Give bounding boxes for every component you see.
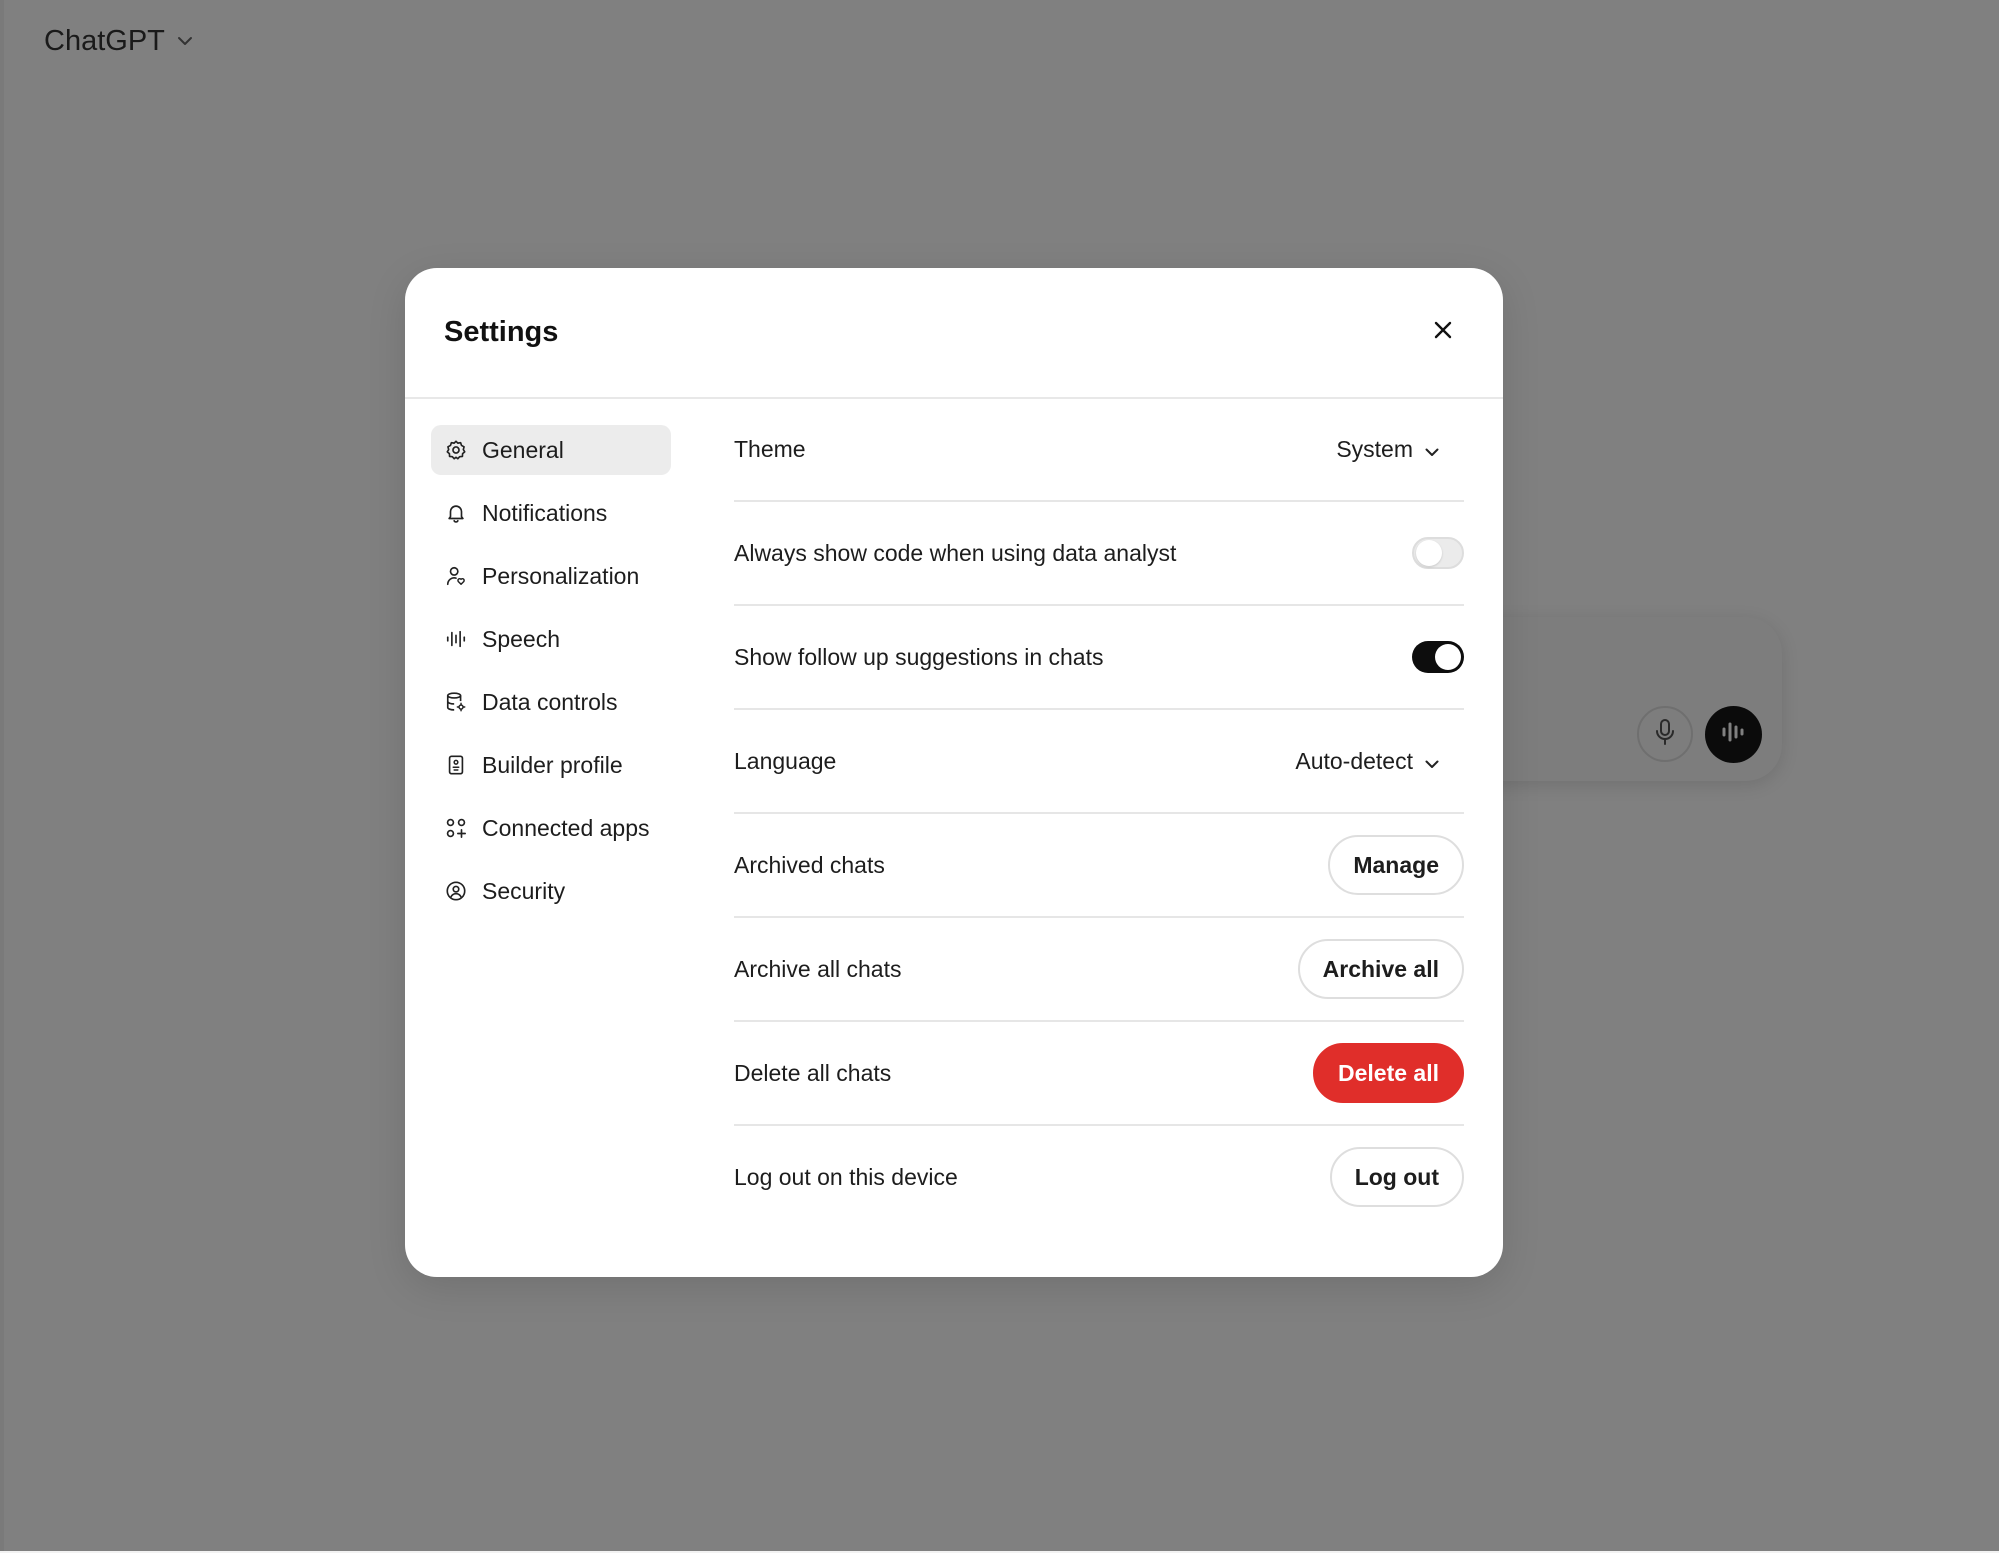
waveform-icon xyxy=(444,627,468,651)
chevron-down-icon xyxy=(177,36,193,46)
settings-content: Theme System Always show code when using… xyxy=(734,398,1464,1228)
sidebar-item-label: General xyxy=(482,436,564,463)
toggle-knob xyxy=(1435,644,1461,670)
bell-icon xyxy=(444,501,468,525)
follow-up-label: Show follow up suggestions in chats xyxy=(734,643,1104,670)
delete-all-button[interactable]: Delete all xyxy=(1313,1043,1464,1103)
sidebar-item-builder-profile[interactable]: Builder profile xyxy=(431,740,671,790)
theme-label: Theme xyxy=(734,435,806,462)
chevron-down-icon xyxy=(1425,436,1439,463)
setting-row-follow-up: Show follow up suggestions in chats xyxy=(734,606,1464,710)
logout-label: Log out on this device xyxy=(734,1163,958,1190)
close-button[interactable] xyxy=(1423,312,1463,352)
sidebar-item-label: Notifications xyxy=(482,499,608,526)
setting-row-language: Language Auto-detect xyxy=(734,710,1464,814)
sidebar-item-speech[interactable]: Speech xyxy=(431,614,671,664)
microphone-icon xyxy=(1654,718,1676,751)
microphone-button[interactable] xyxy=(1637,706,1693,762)
database-gear-icon xyxy=(444,690,468,714)
sidebar-item-label: Speech xyxy=(482,625,561,652)
sidebar-item-data-controls[interactable]: Data controls xyxy=(431,677,671,727)
person-heart-icon xyxy=(444,564,468,588)
sidebar-item-security[interactable]: Security xyxy=(431,866,671,916)
window-edge xyxy=(0,0,4,1553)
logout-button[interactable]: Log out xyxy=(1329,1147,1464,1207)
setting-row-delete-all: Delete all chats Delete all xyxy=(734,1022,1464,1126)
follow-up-toggle[interactable] xyxy=(1412,641,1464,673)
setting-row-archive-all: Archive all chats Archive all xyxy=(734,918,1464,1022)
sidebar-item-label: Security xyxy=(482,877,566,904)
apps-grid-icon xyxy=(444,816,468,840)
theme-dropdown[interactable]: System xyxy=(1336,436,1439,463)
sidebar-item-connected-apps[interactable]: Connected apps xyxy=(431,803,671,853)
shield-user-icon xyxy=(444,879,468,903)
voice-mode-button[interactable] xyxy=(1705,706,1762,763)
settings-modal: Settings General Notifications Personali… xyxy=(405,268,1503,1277)
model-name: ChatGPT xyxy=(44,24,165,57)
setting-row-archived-chats: Archived chats Manage xyxy=(734,814,1464,918)
sidebar-item-label: Builder profile xyxy=(482,751,623,778)
archived-chats-label: Archived chats xyxy=(734,851,885,878)
setting-row-theme: Theme System xyxy=(734,398,1464,502)
manage-button[interactable]: Manage xyxy=(1328,835,1464,895)
sidebar-item-label: Data controls xyxy=(482,688,618,715)
theme-value: System xyxy=(1336,435,1413,462)
setting-row-always-show-code: Always show code when using data analyst xyxy=(734,502,1464,606)
settings-sidebar: General Notifications Personalization Sp… xyxy=(431,425,671,929)
delete-all-label: Delete all chats xyxy=(734,1059,892,1086)
model-selector[interactable]: ChatGPT xyxy=(44,20,193,62)
always-show-code-label: Always show code when using data analyst xyxy=(734,539,1177,566)
toggle-knob xyxy=(1416,540,1442,566)
modal-title: Settings xyxy=(444,316,559,348)
language-value: Auto-detect xyxy=(1295,747,1413,774)
close-icon xyxy=(1433,320,1453,345)
sidebar-item-label: Connected apps xyxy=(482,814,650,841)
id-badge-icon xyxy=(444,753,468,777)
language-label: Language xyxy=(734,747,837,774)
chevron-down-icon xyxy=(1425,748,1439,775)
sidebar-item-notifications[interactable]: Notifications xyxy=(431,488,671,538)
gear-icon xyxy=(444,438,468,462)
sidebar-item-personalization[interactable]: Personalization xyxy=(431,551,671,601)
sidebar-item-general[interactable]: General xyxy=(431,425,671,475)
archive-all-label: Archive all chats xyxy=(734,955,902,982)
setting-row-logout: Log out on this device Log out xyxy=(734,1126,1464,1228)
waveform-icon xyxy=(1721,721,1747,748)
language-dropdown[interactable]: Auto-detect xyxy=(1295,748,1439,775)
archive-all-button[interactable]: Archive all xyxy=(1297,939,1464,999)
sidebar-item-label: Personalization xyxy=(482,562,640,589)
always-show-code-toggle[interactable] xyxy=(1412,537,1464,569)
